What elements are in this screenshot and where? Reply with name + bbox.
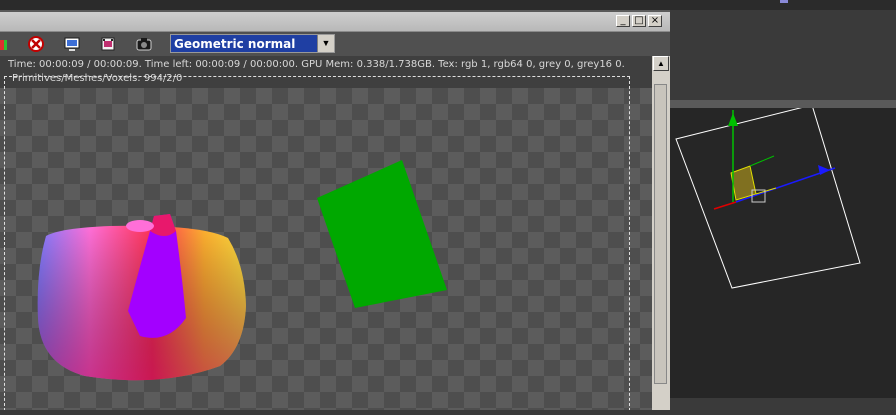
no-entry-icon[interactable]	[28, 36, 44, 52]
minimize-button[interactable]: _	[616, 15, 630, 27]
render-scene	[37, 160, 447, 381]
viewport-marker	[780, 0, 788, 3]
viewport-bottom-bar	[670, 398, 896, 410]
teapot-lid	[126, 220, 154, 232]
display-mode-select[interactable]: Geometric normal ▼	[170, 34, 335, 53]
chevron-down-icon[interactable]: ▼	[317, 35, 334, 52]
green-plane	[317, 160, 447, 308]
viewport-scene	[675, 104, 861, 289]
vertical-scrollbar[interactable]: ▲	[652, 56, 670, 410]
teapot-icon[interactable]	[0, 36, 14, 52]
close-button[interactable]: ×	[648, 15, 662, 27]
scroll-up-icon[interactable]: ▲	[653, 56, 669, 71]
y-axis-arrow	[728, 113, 738, 126]
monitor-icon[interactable]	[64, 36, 80, 52]
plane-edge-2	[755, 187, 777, 195]
render-area: Time: 00:00:09 / 00:00:09. Time left: 00…	[0, 56, 652, 410]
title-bar: _ □ ×	[0, 12, 670, 32]
display-mode-label: Geometric normal	[174, 37, 296, 51]
scroll-thumb[interactable]	[654, 84, 667, 384]
viewport-separator	[670, 100, 896, 108]
viewport-top-panel	[670, 0, 896, 100]
plane-edge-1	[749, 155, 775, 167]
render-window: _ □ × Geometric normal ▼ Time: 00:00:09 …	[0, 12, 670, 410]
render-toolbar: Geometric normal ▼	[0, 32, 670, 56]
viewport-3d[interactable]	[670, 104, 896, 410]
maximize-button[interactable]: □	[632, 15, 646, 27]
x-axis-line	[713, 201, 737, 210]
camera-frame	[675, 104, 861, 289]
film-clip-icon[interactable]	[100, 36, 116, 52]
z-axis-arrow	[818, 165, 830, 175]
camera-icon[interactable]	[136, 36, 152, 52]
